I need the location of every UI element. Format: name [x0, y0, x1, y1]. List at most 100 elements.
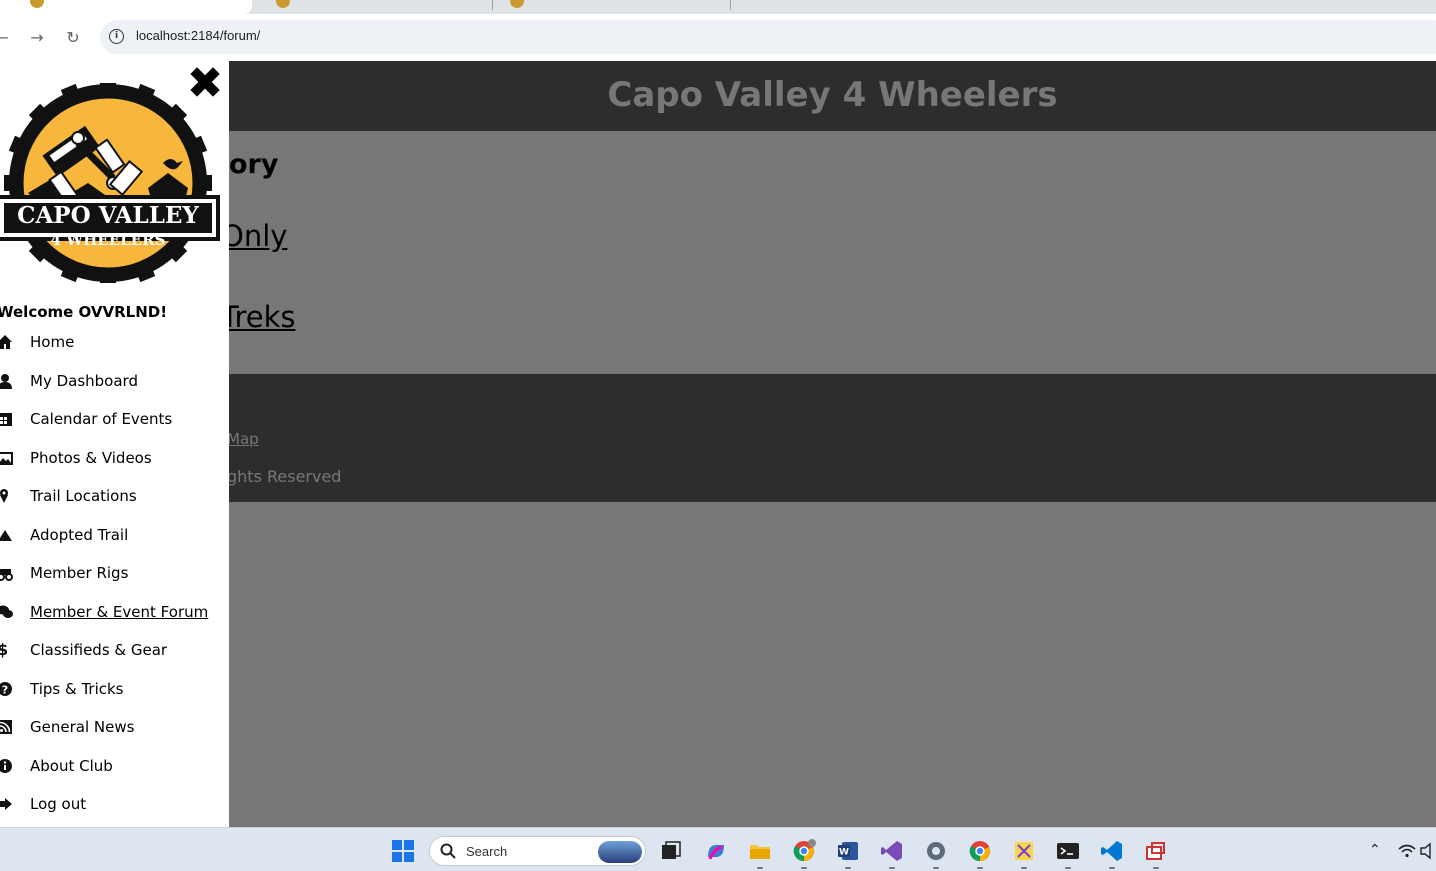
sidebar-item-classifieds[interactable]: $ Classifieds & Gear — [0, 639, 229, 665]
forum-content: ory Only Treks — [221, 131, 1436, 374]
sidebar-item-dashboard[interactable]: My Dashboard — [0, 370, 229, 396]
running-indicator — [845, 867, 851, 869]
calendar-icon — [0, 413, 12, 426]
tab-favicon-icon — [276, 0, 290, 8]
sidebar-item-forum[interactable]: Member & Event Forum — [0, 601, 229, 627]
sidebar-item-label: Log out — [30, 795, 87, 813]
running-indicator — [1021, 867, 1027, 869]
footer-copyright: ghts Reserved — [227, 467, 342, 486]
search-icon — [440, 843, 456, 859]
sidebar-nav: ✖ CAPO VALLEY 4 WHEELERS Welcome OVVRLND… — [0, 61, 229, 827]
page-background — [229, 502, 1436, 827]
search-highlight-icon — [598, 841, 642, 863]
remote-desktop-icon[interactable] — [1144, 839, 1168, 863]
tray-chevron-up-icon[interactable]: ⌃ — [1369, 842, 1381, 858]
user-icon — [0, 374, 12, 389]
sidebar-item-about[interactable]: About Club — [0, 755, 229, 781]
sidebar-item-label: My Dashboard — [30, 372, 138, 390]
snipping-tool-icon[interactable] — [1012, 839, 1036, 863]
sidebar-item-adopted-trail[interactable]: Adopted Trail — [0, 524, 229, 550]
logout-icon — [0, 798, 12, 810]
sidebar-item-label: Member & Event Forum — [30, 603, 209, 621]
svg-text:?: ? — [2, 684, 8, 697]
running-indicator — [1065, 867, 1071, 869]
browser-tab-strip — [0, 0, 1436, 14]
site-info-icon[interactable]: i — [109, 29, 124, 44]
sidebar-item-label: General News — [30, 718, 135, 736]
site-footer: Map ghts Reserved — [227, 374, 1436, 502]
back-arrow-icon[interactable]: ← — [0, 26, 14, 50]
club-logo: CAPO VALLEY 4 WHEELERS — [0, 83, 220, 283]
taskbar-search-label: Search — [466, 844, 508, 859]
rss-icon — [0, 720, 12, 734]
wifi-icon[interactable] — [1398, 842, 1416, 860]
file-explorer-icon[interactable] — [748, 839, 772, 863]
footer-sitemap-link[interactable]: Map — [227, 430, 259, 448]
browser-toolbar: ← → ↻ i localhost:2184/forum/ — [0, 14, 1436, 61]
logo-text-line2: 4 WHEELERS — [51, 231, 166, 249]
copilot-icon[interactable] — [704, 839, 728, 863]
volume-icon[interactable] — [1420, 842, 1436, 860]
sidebar-item-label: Tips & Tricks — [30, 680, 124, 698]
tab-separator — [730, 0, 731, 10]
sidebar-item-label: Adopted Trail — [30, 526, 129, 544]
site-title: Capo Valley 4 Wheelers — [607, 75, 1058, 115]
chrome-profile-icon[interactable] — [792, 839, 816, 863]
tab-active[interactable] — [0, 0, 252, 14]
forum-category-link[interactable]: Only — [221, 219, 287, 253]
tab-inactive[interactable] — [262, 0, 492, 12]
running-indicator — [801, 867, 807, 869]
sidebar-item-label: Home — [30, 333, 75, 351]
word-icon[interactable]: W — [836, 839, 860, 863]
taskbar-search[interactable]: Search — [429, 836, 646, 866]
welcome-message: Welcome OVVRLND! — [0, 303, 168, 321]
logo-text-line1: CAPO VALLEY — [17, 202, 199, 229]
sidebar-item-trail-locations[interactable]: Trail Locations — [0, 485, 229, 511]
reload-icon[interactable]: ↻ — [61, 26, 85, 50]
info-icon — [0, 759, 12, 773]
sidebar-item-label: About Club — [30, 757, 113, 775]
sidebar-item-calendar[interactable]: Calendar of Events — [0, 408, 229, 434]
address-bar[interactable]: i localhost:2184/forum/ — [100, 20, 1436, 54]
settings-gear-icon[interactable] — [924, 839, 948, 863]
terminal-icon[interactable] — [1056, 839, 1080, 863]
running-indicator — [757, 867, 763, 869]
sidebar-item-label: Trail Locations — [30, 487, 137, 505]
task-view-icon[interactable] — [659, 839, 683, 863]
vscode-icon[interactable] — [1100, 839, 1124, 863]
sidebar-item-label: Calendar of Events — [30, 410, 173, 428]
sidebar-item-news[interactable]: General News — [0, 716, 229, 742]
mountain-icon — [0, 530, 12, 541]
running-indicator — [933, 867, 939, 869]
comments-icon — [0, 605, 13, 618]
tab-inactive[interactable] — [496, 0, 726, 12]
running-indicator — [889, 867, 895, 869]
sidebar-item-member-rigs[interactable]: Member Rigs — [0, 562, 229, 588]
page-heading: ory — [229, 149, 279, 180]
tab-favicon-icon — [510, 0, 524, 8]
sidebar-item-home[interactable]: Home — [0, 331, 229, 357]
map-pin-icon — [0, 489, 8, 503]
chrome-icon[interactable] — [968, 839, 992, 863]
question-icon: ? — [0, 682, 12, 697]
site-header: Capo Valley 4 Wheelers — [229, 61, 1436, 131]
sidebar-item-logout[interactable]: Log out — [0, 793, 229, 819]
sidebar-item-label: Member Rigs — [30, 564, 129, 582]
windows-start-icon[interactable] — [392, 840, 414, 862]
running-indicator — [1153, 867, 1159, 869]
forward-arrow-icon[interactable]: → — [25, 26, 49, 50]
svg-text:W: W — [839, 848, 849, 858]
address-url[interactable]: localhost:2184/forum/ — [136, 28, 260, 43]
home-icon — [0, 335, 12, 349]
tab-favicon-icon — [30, 0, 44, 8]
visual-studio-icon[interactable] — [880, 839, 904, 863]
image-icon — [0, 452, 13, 465]
forum-category-link[interactable]: Treks — [221, 300, 295, 334]
os-taskbar: Search W ⌃ — [0, 827, 1436, 871]
truck-icon — [0, 569, 13, 581]
sidebar-item-label: Photos & Videos — [30, 449, 152, 467]
tab-separator — [492, 0, 493, 10]
dollar-icon: $ — [0, 640, 9, 659]
sidebar-item-tips[interactable]: ? Tips & Tricks — [0, 678, 229, 704]
sidebar-item-photos[interactable]: Photos & Videos — [0, 447, 229, 473]
